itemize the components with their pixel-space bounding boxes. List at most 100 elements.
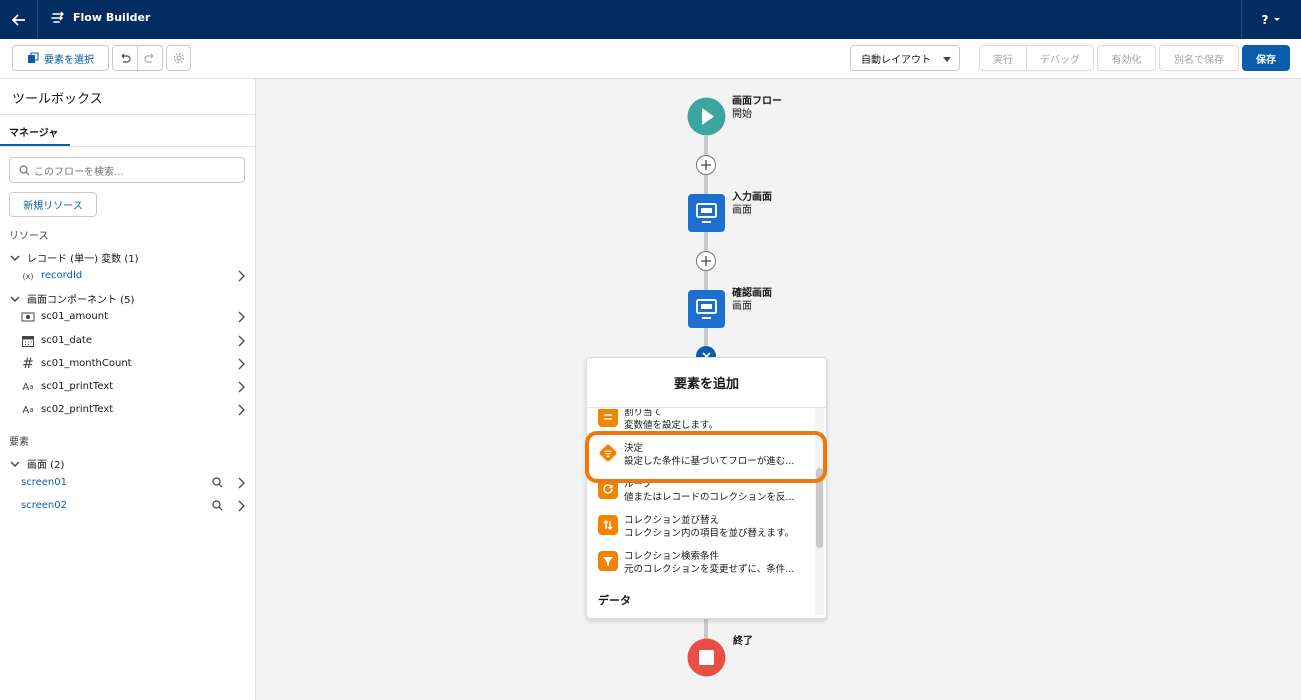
- item-desc: 元のコレクションを変更せずに、条件...: [624, 564, 795, 575]
- resource-item-sc01-amount[interactable]: sc01_amount: [0, 307, 255, 327]
- chevron-down-icon: [10, 461, 20, 467]
- group-label: 画面 (2): [27, 460, 65, 471]
- add-element-button[interactable]: [696, 155, 716, 175]
- help-menu-button[interactable]: ?: [1241, 0, 1301, 39]
- search-icon[interactable]: [212, 500, 223, 511]
- toolbox-panel: ツールボックス マネージャ このフローを検索... 新規リソース リソース レコ…: [0, 79, 256, 700]
- list-item-collection-sort[interactable]: コレクション並び替え コレクション内の項目を並び替えます。: [587, 509, 811, 545]
- text-icon: Aa: [22, 404, 34, 416]
- chevron-down-icon: [943, 57, 951, 62]
- panel-scrollbar[interactable]: [815, 408, 824, 615]
- element-label: screen01: [21, 477, 67, 488]
- plus-icon: [701, 160, 711, 170]
- select-element-button[interactable]: 要素を選択: [12, 45, 109, 71]
- item-name: コレクション並び替え: [624, 515, 720, 526]
- element-item-screen02[interactable]: screen02: [0, 496, 255, 516]
- category-heading-data: データ: [598, 594, 631, 607]
- resource-label: sc01_monthCount: [41, 358, 132, 369]
- resource-label: recordId: [41, 270, 83, 281]
- chevron-right-icon: [238, 500, 245, 512]
- save-button[interactable]: 保存: [1242, 45, 1290, 71]
- item-name: 決定: [624, 443, 644, 454]
- screen-node-icon[interactable]: [688, 194, 725, 232]
- chevron-right-icon: [238, 381, 245, 393]
- resource-label: sc01_printText: [41, 381, 114, 392]
- settings-button[interactable]: [166, 45, 191, 71]
- layout-select[interactable]: 自動レイアウト: [850, 45, 960, 71]
- resource-label: sc01_date: [41, 335, 92, 346]
- resource-item-sc01-date[interactable]: sc01_date: [0, 331, 255, 351]
- run-button[interactable]: 実行: [979, 45, 1027, 71]
- activate-label: 有効化: [1111, 54, 1142, 66]
- start-node-icon[interactable]: [687, 97, 726, 136]
- screen1-node-label: 入力画面 画面: [732, 191, 772, 217]
- tab-manager[interactable]: マネージャ: [9, 124, 58, 139]
- resource-item-sc02-printtext[interactable]: Aa sc02_printText: [0, 400, 255, 420]
- search-icon[interactable]: [212, 477, 223, 488]
- resource-item-sc01-monthcount[interactable]: # sc01_monthCount: [0, 354, 255, 374]
- undo-button[interactable]: [112, 45, 138, 71]
- chevron-down-icon: [10, 296, 20, 302]
- list-item-decision[interactable]: 決定 設定した条件に基づいてフローが進む...: [587, 437, 811, 473]
- end-node-icon[interactable]: [687, 638, 726, 677]
- sort-icon: [598, 515, 618, 535]
- search-icon: [19, 165, 30, 176]
- resource-item-sc01-printtext[interactable]: Aa sc01_printText: [0, 377, 255, 397]
- group-label: レコード (単一) 変数 (1): [27, 254, 139, 265]
- start-node-label: 画面フロー 開始: [732, 95, 782, 121]
- element-list[interactable]: 割り当て 変数値を設定します。 決定 設定した条件に基づいてフローが進む... …: [587, 409, 811, 618]
- chevron-right-icon: [238, 404, 245, 416]
- back-arrow-icon: [11, 13, 25, 26]
- app-title: Flow Builder: [73, 11, 151, 24]
- back-button[interactable]: [0, 0, 38, 39]
- item-desc: 設定した条件に基づいてフローが進む...: [624, 456, 795, 467]
- calendar-icon: [22, 336, 34, 347]
- record-variable-group[interactable]: レコード (単一) 変数 (1): [9, 250, 139, 265]
- add-element-button[interactable]: [696, 251, 716, 271]
- flow-logo-icon: [51, 11, 64, 23]
- connector: [704, 136, 708, 156]
- save-as-button[interactable]: 別名で保存: [1159, 45, 1239, 71]
- chevron-right-icon: [238, 477, 245, 489]
- element-item-screen01[interactable]: screen01: [0, 473, 255, 493]
- filter-icon: [598, 551, 618, 571]
- list-item-assignment[interactable]: 割り当て 変数値を設定します。: [587, 409, 811, 437]
- node-subtitle: 画面: [732, 301, 752, 312]
- decision-icon: [599, 444, 617, 462]
- chevron-right-icon: [238, 335, 245, 347]
- layout-value: 自動レイアウト: [861, 54, 931, 66]
- node-title: 入力画面: [732, 192, 772, 203]
- scroll-thumb[interactable]: [816, 468, 823, 548]
- search-placeholder: このフローを検索...: [34, 166, 124, 178]
- toolbar: 要素を選択 自動レイアウト 実行 デバッグ 有効化 別名で保存 保存: [0, 39, 1301, 79]
- assignment-icon: [598, 409, 618, 427]
- chevron-down-icon: [10, 255, 20, 261]
- app-header: Flow Builder ?: [0, 0, 1301, 39]
- item-desc: コレクション内の項目を並び替えます。: [624, 528, 795, 539]
- node-title: 終了: [733, 636, 753, 647]
- loop-icon: [598, 479, 618, 499]
- select-icon: [28, 52, 39, 63]
- search-input[interactable]: このフローを検索...: [9, 157, 245, 183]
- list-item-loop[interactable]: ループ 値またはレコードのコレクションを反...: [587, 473, 811, 509]
- text-icon: Aa: [22, 381, 34, 393]
- activate-button[interactable]: 有効化: [1097, 45, 1156, 71]
- undo-icon: [121, 53, 131, 63]
- resource-item-recordid[interactable]: (x) recordId: [0, 266, 255, 286]
- screen-component-group[interactable]: 画面コンポーネント (5): [9, 291, 134, 306]
- redo-button[interactable]: [137, 45, 163, 71]
- resource-label: sc02_printText: [41, 404, 114, 415]
- node-subtitle: 画面: [732, 205, 752, 216]
- list-item-collection-filter[interactable]: コレクション検索条件 元のコレクションを変更せずに、条件...: [587, 545, 811, 581]
- chevron-right-icon: [238, 270, 245, 282]
- add-element-panel: 要素を追加 割り当て 変数値を設定します。 決定 設定した条件に基づいてフローが…: [586, 357, 827, 619]
- panel-title: 要素を追加: [587, 358, 826, 408]
- screen-node-icon[interactable]: [688, 290, 725, 328]
- screen-element-group[interactable]: 画面 (2): [9, 456, 64, 471]
- debug-button[interactable]: デバッグ: [1026, 45, 1094, 71]
- new-resource-button[interactable]: 新規リソース: [9, 192, 97, 217]
- elements-heading: 要素: [9, 437, 29, 448]
- divider: [0, 146, 256, 147]
- debug-label: デバッグ: [1040, 54, 1080, 66]
- chevron-right-icon: [238, 311, 245, 323]
